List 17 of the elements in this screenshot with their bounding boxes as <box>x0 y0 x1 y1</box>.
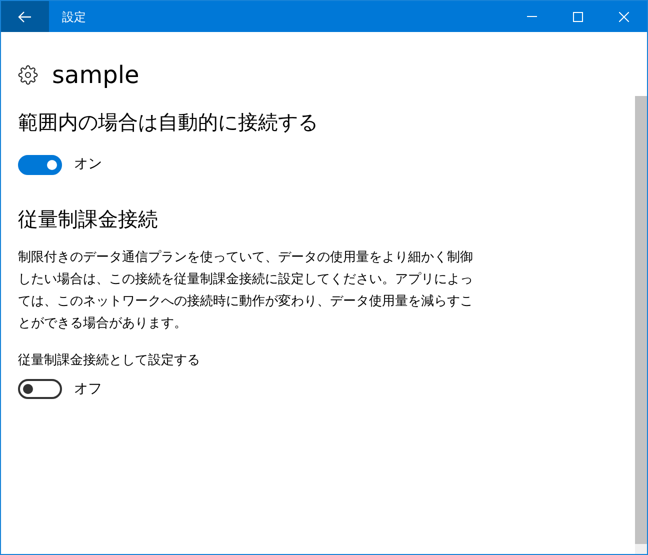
maximize-icon <box>573 12 583 22</box>
page-title: sample <box>52 60 140 90</box>
close-icon <box>619 12 629 22</box>
minimize-icon <box>527 16 537 17</box>
back-arrow-icon <box>18 10 32 22</box>
toggle-label: 従量制課金接続として設定する <box>18 352 201 370</box>
scrollbar[interactable] <box>635 96 647 554</box>
section-heading: 範囲内の場合は自動的に接続する <box>18 109 319 136</box>
toggle-state-text: オン <box>74 155 102 174</box>
window-title: 設定 <box>62 8 86 26</box>
back-button[interactable] <box>1 1 49 32</box>
section-heading: 従量制課金接続 <box>18 206 159 233</box>
toggle-state-text: オフ <box>74 380 102 398</box>
toggle-switch[interactable] <box>18 154 62 174</box>
settings-icon <box>18 65 38 85</box>
section-description: 制限付きのデータ通信プランを使っていて、データの使用量をより細かく制御したい場合は、この接続を従量制課金接続に設定してください。アプリによっては、このネットワークへの接続時に動作が変わり、データ使用量を減らすことができる場合があります。 <box>18 249 474 333</box>
toggle-switch[interactable] <box>18 379 62 399</box>
